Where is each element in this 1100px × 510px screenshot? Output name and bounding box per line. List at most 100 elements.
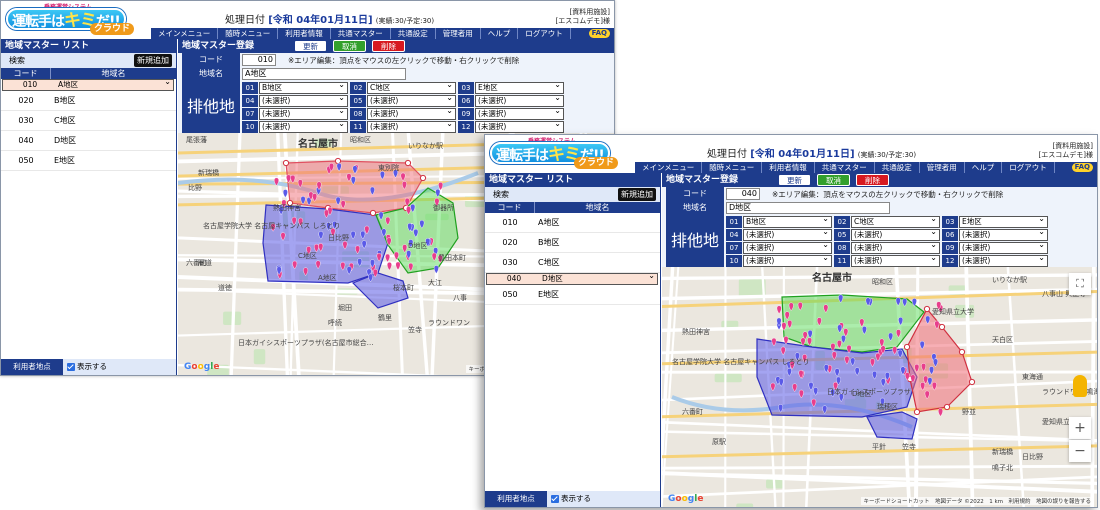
- nav-item[interactable]: ログアウト: [518, 28, 571, 39]
- slot-number: 04: [726, 228, 742, 241]
- nav-item[interactable]: メインメニュー: [635, 162, 703, 173]
- table-row[interactable]: 040 D地区: [486, 273, 658, 285]
- delete-button[interactable]: 削除: [856, 174, 889, 186]
- table-row[interactable]: 050 E地区: [1, 151, 176, 171]
- cancel-button[interactable]: 取消: [333, 40, 366, 52]
- exclusive-area-select[interactable]: C地区: [851, 215, 940, 228]
- table-row[interactable]: 020 B地区: [485, 233, 660, 253]
- slot-number: 06: [942, 228, 958, 241]
- nav-item[interactable]: 共通マスター: [331, 28, 391, 39]
- show-checkbox[interactable]: [67, 363, 75, 371]
- nav-item[interactable]: 共通マスター: [815, 162, 875, 173]
- exclusive-area-select[interactable]: (未選択): [475, 107, 564, 120]
- table-row[interactable]: 030 C地区: [1, 111, 176, 131]
- exclusive-area-select[interactable]: (未選択): [743, 241, 832, 254]
- app-logo[interactable]: 乗務運営システム 運転手はキミだ!! クラウド: [488, 136, 638, 172]
- nav-item[interactable]: 利用者情報: [278, 28, 331, 39]
- fullscreen-icon[interactable]: ⛶: [1069, 273, 1091, 295]
- nav-item[interactable]: ヘルプ: [481, 28, 519, 39]
- nav-item[interactable]: ヘルプ: [965, 162, 1003, 173]
- exclusive-area-select[interactable]: (未選択): [851, 254, 940, 267]
- update-button[interactable]: 更新: [778, 174, 811, 186]
- nav-item[interactable]: 管理者用: [920, 162, 965, 173]
- exclusive-area-select[interactable]: (未選択): [259, 94, 348, 107]
- code-input[interactable]: 010: [242, 54, 276, 66]
- exclusive-area-row: 排他地域 01B地区02C地区03E地区04(未選択)05(未選択)06(未選択…: [178, 81, 614, 168]
- exclusive-area-select[interactable]: E地区: [959, 215, 1048, 228]
- map-place-label: 名古屋学院大学 名古屋キャンパス しろとり: [672, 358, 810, 366]
- new-button[interactable]: 新規追加: [134, 54, 172, 67]
- table-row[interactable]: 030 C地区: [485, 253, 660, 273]
- exclusive-area-select[interactable]: (未選択): [743, 228, 832, 241]
- exclusive-area-select[interactable]: (未選択): [475, 94, 564, 107]
- area-code: 040: [18, 136, 34, 145]
- slot-number: 08: [834, 241, 850, 254]
- map-place-label: 昭和区: [350, 136, 371, 144]
- col-name: 地域名: [101, 69, 126, 78]
- code-input[interactable]: 040: [726, 188, 760, 200]
- map-place-label: ラウンドワン: [428, 319, 470, 327]
- nav-item[interactable]: 随時メニュー: [702, 162, 763, 173]
- search-button[interactable]: 検索: [493, 190, 509, 199]
- exclusive-area-select[interactable]: (未選択): [851, 228, 940, 241]
- slot-number: 02: [350, 81, 366, 94]
- area-name: D地区: [54, 136, 77, 145]
- table-row[interactable]: 020 B地区: [1, 91, 176, 111]
- pegman-icon[interactable]: [1073, 375, 1087, 397]
- area-name: A地区: [58, 80, 79, 89]
- exclusive-area-select[interactable]: (未選択): [959, 254, 1048, 267]
- exclusive-area-select[interactable]: (未選択): [475, 120, 564, 133]
- vertex-handle: [404, 159, 412, 167]
- exclusive-area-select[interactable]: B地区: [743, 215, 832, 228]
- map-park: [736, 503, 754, 507]
- exclusive-area-select[interactable]: C地区: [367, 81, 456, 94]
- slot-number: 06: [458, 94, 474, 107]
- app-logo[interactable]: 乗務運営システム 運転手はキミだ!! クラウド: [4, 2, 154, 38]
- exclusive-area-select[interactable]: (未選択): [367, 107, 456, 120]
- update-button[interactable]: 更新: [294, 40, 327, 52]
- exclusive-area-slot: 07 (未選択): [242, 107, 350, 120]
- exclusive-area-select[interactable]: (未選択): [959, 228, 1048, 241]
- nav-item[interactable]: 共通設定: [875, 162, 920, 173]
- name-input[interactable]: A地区: [242, 68, 406, 80]
- nav-item[interactable]: 共通設定: [391, 28, 436, 39]
- map-attribution[interactable]: キーボードショートカット 地図データ ©2022 1 km 利用規約 地図の誤り…: [861, 497, 1093, 505]
- map-city-label: 名古屋市: [812, 273, 852, 284]
- table-row[interactable]: 050 E地区: [485, 285, 660, 305]
- zoom-in-button[interactable]: +: [1069, 417, 1091, 439]
- map-view[interactable]: 名古屋市 昭和区 いりなか駅 八事山 興正寺 愛知県立大学 熱田神宮 名古屋学院大学 名古屋…: [662, 267, 1097, 507]
- logo-cloud: クラウド: [574, 157, 619, 169]
- nav-item[interactable]: 随時メニュー: [218, 28, 279, 39]
- table-row[interactable]: 010 A地区: [2, 79, 174, 91]
- map-place-label: 六番町: [682, 408, 703, 416]
- area-code: 020: [18, 96, 34, 105]
- exclusive-area-select[interactable]: E地区: [475, 81, 564, 94]
- exclusive-area-select[interactable]: (未選択): [367, 94, 456, 107]
- nav-item[interactable]: メインメニュー: [151, 28, 219, 39]
- table-row[interactable]: 010 A地区: [485, 213, 660, 233]
- exclusive-area-select[interactable]: (未選択): [959, 241, 1048, 254]
- nav-item[interactable]: ログアウト: [1002, 162, 1055, 173]
- new-button[interactable]: 新規追加: [618, 188, 656, 201]
- table-body: 010 A地区 020 B地区 030 C地区 040 D地区 050 E地区: [1, 79, 176, 171]
- exclusive-area-select[interactable]: (未選択): [259, 120, 348, 133]
- delete-button[interactable]: 削除: [372, 40, 405, 52]
- faq-button[interactable]: FAQ: [1071, 163, 1093, 172]
- col-code: コード: [485, 202, 535, 213]
- exclusive-area-select[interactable]: B地区: [259, 81, 348, 94]
- exclusive-area-select[interactable]: (未選択): [743, 254, 832, 267]
- nav-item[interactable]: 管理者用: [436, 28, 481, 39]
- exclusive-area-label: 排他地域: [182, 81, 240, 168]
- show-checkbox[interactable]: [551, 495, 559, 503]
- search-button[interactable]: 検索: [9, 56, 25, 65]
- zoom-out-button[interactable]: −: [1069, 440, 1091, 462]
- cancel-button[interactable]: 取消: [817, 174, 850, 186]
- name-input[interactable]: D地区: [726, 202, 890, 214]
- exclusive-area-select[interactable]: (未選択): [851, 241, 940, 254]
- table-row[interactable]: 040 D地区: [1, 131, 176, 151]
- map-place-label: 東海通: [1022, 373, 1043, 381]
- exclusive-area-select[interactable]: (未選択): [259, 107, 348, 120]
- exclusive-area-select[interactable]: (未選択): [367, 120, 456, 133]
- faq-button[interactable]: FAQ: [588, 29, 610, 38]
- nav-item[interactable]: 利用者情報: [762, 162, 815, 173]
